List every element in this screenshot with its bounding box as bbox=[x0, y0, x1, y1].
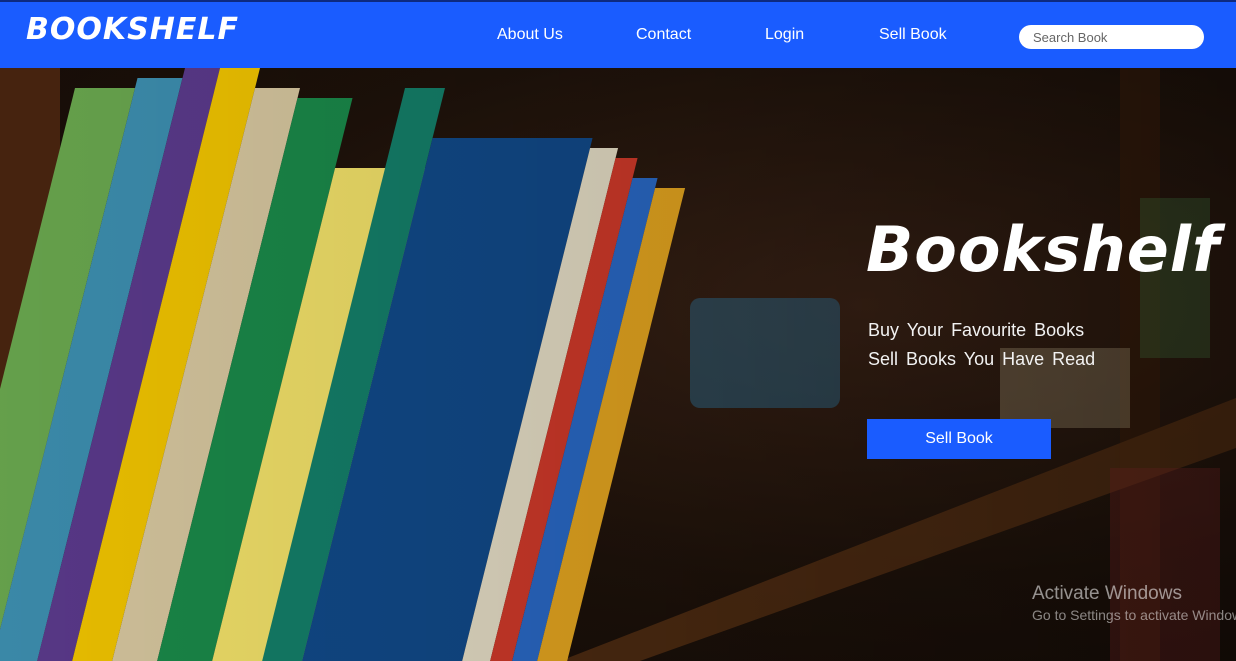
sell-book-button[interactable]: Sell Book bbox=[867, 419, 1051, 459]
nav-link-login[interactable]: Login bbox=[765, 26, 804, 44]
top-navbar: BOOKSHELF About Us Contact Login Sell Bo… bbox=[0, 0, 1236, 68]
hero-tagline-buy: Buy Your Favourite Books bbox=[868, 320, 1085, 340]
nav-link-contact[interactable]: Contact bbox=[636, 26, 691, 44]
search-input[interactable] bbox=[1019, 25, 1204, 49]
nav-link-about-us[interactable]: About Us bbox=[497, 26, 563, 44]
hero-title: Bookshelf bbox=[866, 213, 1220, 286]
hero-tagline-sell: Sell Books You Have Read bbox=[868, 349, 1096, 369]
activate-windows-title: Activate Windows bbox=[1032, 583, 1182, 604]
brand-logo[interactable]: BOOKSHELF bbox=[26, 12, 239, 47]
activate-windows-subtitle: Go to Settings to activate Windows. bbox=[1032, 607, 1236, 623]
nav-link-sell-book[interactable]: Sell Book bbox=[879, 26, 947, 44]
hero-section: Bookshelf Buy Your Favourite Books Sell … bbox=[0, 68, 1236, 661]
